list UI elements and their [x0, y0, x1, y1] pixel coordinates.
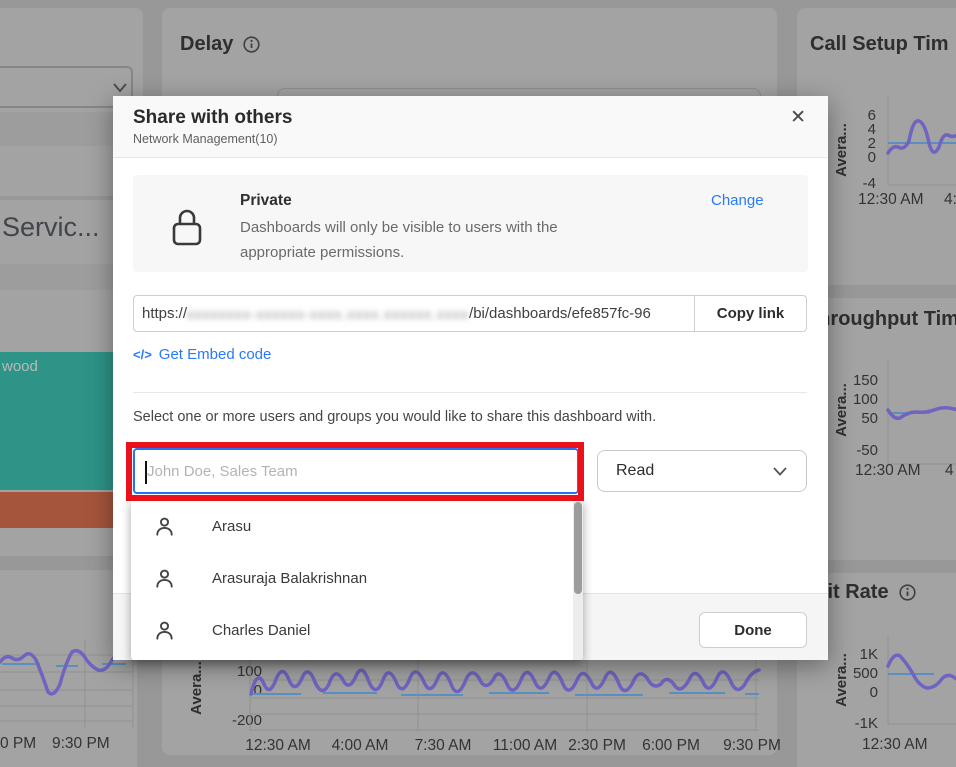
- hit-rate-line-chart: [886, 636, 956, 728]
- lock-icon: [171, 208, 203, 248]
- change-privacy-link[interactable]: Change: [711, 192, 764, 209]
- share-dialog: Share with others Network Management(10)…: [113, 96, 828, 660]
- share-dialog-header: Share with others Network Management(10)…: [113, 96, 828, 158]
- dialog-title: Share with others: [133, 107, 828, 129]
- x-tick: 12:30 AM: [855, 462, 921, 480]
- y-axis-ticks: 150 100 50 -50: [840, 373, 878, 462]
- throughput-title: Throughput Tim: [806, 308, 956, 331]
- call-setup-title: Call Setup Tim: [810, 33, 949, 56]
- close-icon[interactable]: ✕: [790, 108, 806, 127]
- user-suggestion-list: Arasu Arasuraja Balakrishnan Charles Dan…: [131, 500, 583, 660]
- person-icon: [153, 515, 176, 538]
- user-list-item[interactable]: Arasuraja Balakrishnan: [131, 552, 583, 604]
- scrollbar-track: [573, 500, 583, 660]
- delay-card-title: Delay: [180, 33, 233, 56]
- service-card-title: Servic...: [2, 212, 100, 243]
- user-list-item[interactable]: Charles Daniel: [131, 604, 583, 656]
- permission-dropdown[interactable]: Read: [597, 450, 807, 492]
- info-icon: [243, 36, 260, 53]
- section-divider: [133, 392, 807, 393]
- url-redacted-segment: xxxxxxxx-xxxxxx-xxxx.xxxx.xxxxxx.xxxx: [187, 306, 469, 322]
- user-list-item[interactable]: Arasu: [131, 500, 583, 552]
- x-tick: 12:30 AM: [858, 191, 924, 209]
- chevron-down-icon: [112, 82, 128, 94]
- app-root: Servic... wood 0 PM 9:30 PM: [0, 0, 956, 767]
- permission-selected-value: Read: [616, 462, 654, 480]
- privacy-status-label: Private: [240, 192, 292, 210]
- url-prefix: https://: [142, 305, 187, 322]
- done-button[interactable]: Done: [699, 612, 807, 648]
- call-setup-line-chart: [886, 95, 956, 190]
- privacy-description-line2: appropriate permissions.: [240, 244, 404, 261]
- code-icon: </>: [133, 347, 152, 362]
- y-axis-ticks: 1K 500 0 -1K: [840, 647, 878, 735]
- x-tick: 9:30 PM: [52, 735, 110, 753]
- copy-link-button[interactable]: Copy link: [694, 295, 807, 332]
- delay-line-chart: [249, 650, 761, 732]
- privacy-panel: Private Dashboards will only be visible …: [133, 175, 808, 272]
- privacy-description-line1: Dashboards will only be visible to users…: [240, 219, 558, 236]
- share-instruction-text: Select one or more users and groups you …: [133, 409, 656, 425]
- get-embed-code-link[interactable]: </> Get Embed code: [133, 346, 271, 363]
- x-tick: 12:30 AM: [862, 736, 928, 754]
- text-cursor: [145, 461, 147, 484]
- search-placeholder: John Doe, Sales Team: [147, 463, 298, 480]
- user-search-input[interactable]: John Doe, Sales Team: [133, 448, 579, 494]
- dialog-subtitle: Network Management(10): [133, 132, 828, 146]
- person-icon: [153, 619, 176, 642]
- treemap-label: wood: [2, 358, 38, 375]
- throughput-line-chart: [886, 360, 956, 470]
- person-icon: [153, 567, 176, 590]
- x-tick: 4: [945, 462, 954, 480]
- scrollbar-thumb[interactable]: [574, 502, 582, 594]
- y-axis-ticks: 6 4 2 0 -4: [848, 109, 876, 194]
- url-suffix: /bi/dashboards/efe857fc-96: [469, 305, 651, 322]
- chevron-down-icon: [772, 466, 788, 477]
- x-tick: 0 PM: [0, 735, 36, 753]
- x-tick: 4:: [944, 191, 956, 209]
- info-icon: [899, 584, 916, 601]
- share-url-field[interactable]: https:// xxxxxxxx-xxxxxx-xxxx.xxxx.xxxxx…: [133, 295, 695, 332]
